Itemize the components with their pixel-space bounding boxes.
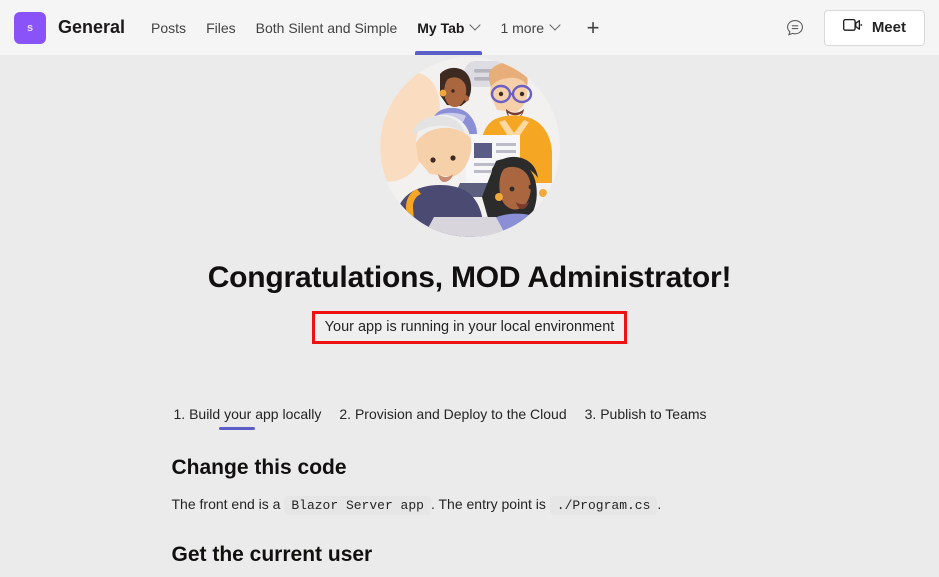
tab-files[interactable]: Files	[196, 0, 246, 55]
content-inner: 1. Build your app locally 2. Provision a…	[170, 406, 770, 567]
tabstrip: Posts Files Both Silent and Simple My Ta…	[141, 0, 608, 55]
chevron-down-icon[interactable]	[551, 21, 560, 30]
steps-nav: 1. Build your app locally 2. Provision a…	[172, 406, 770, 430]
tab-label: Files	[206, 19, 236, 36]
section-heading-change-this-code: Change this code	[171, 456, 347, 479]
people-collaborating-illustration	[379, 57, 560, 237]
text-middle-code: . The entry point is	[430, 496, 546, 512]
tab-label: Posts	[151, 19, 187, 36]
tab-my-tab[interactable]: My Tab	[407, 0, 490, 55]
text-after-code: .	[657, 496, 662, 512]
page-title: General	[58, 17, 126, 37]
step-label: 1. Build your app locally	[173, 406, 322, 422]
section-heading-get-the-current-user: Get the current user	[171, 542, 373, 566]
tab-label: 1 more	[500, 19, 545, 36]
code-chip-blazor-server-app: Blazor Server app	[284, 496, 431, 515]
step-label: 3. Publish to Teams	[584, 406, 707, 422]
text-before-code: The front end is a	[171, 496, 281, 512]
video-camera-icon	[842, 18, 863, 37]
chevron-down-icon[interactable]	[471, 21, 480, 30]
meet-button-label: Meet	[871, 19, 906, 36]
status-badge: Your app is running in your local enviro…	[311, 311, 628, 344]
tab-label: My Tab	[417, 19, 465, 36]
plus-icon: +	[586, 14, 600, 40]
step-label: 2. Provision and Deploy to the Cloud	[339, 406, 567, 422]
meet-button[interactable]: Meet	[823, 9, 925, 46]
header-actions: Meet	[780, 9, 925, 46]
step-publish-to-teams[interactable]: 3. Publish to Teams	[585, 406, 707, 428]
change-code-paragraph: The front end is a Blazor Server app. Th…	[172, 495, 770, 515]
tab-label: Both Silent and Simple	[255, 19, 398, 36]
code-chip-program-cs: ./Program.cs	[549, 496, 658, 515]
avatar-letter: s	[26, 21, 34, 34]
congratulations-title: Congratulations, MOD Administrator!	[207, 261, 732, 294]
main-content: Congratulations, MOD Administrator! Your…	[0, 55, 939, 577]
step-build-locally[interactable]: 1. Build your app locally	[173, 406, 322, 430]
tab-both-silent-and-simple[interactable]: Both Silent and Simple	[246, 0, 408, 55]
app-header: s General Posts Files Both Silent and Si…	[0, 0, 939, 55]
avatar[interactable]: s	[14, 11, 46, 44]
chat-bubble-icon[interactable]	[780, 13, 810, 43]
add-tab-button[interactable]: +	[578, 13, 608, 43]
status-wrap: Your app is running in your local enviro…	[0, 311, 939, 344]
tab-posts[interactable]: Posts	[141, 0, 196, 55]
step-provision-deploy[interactable]: 2. Provision and Deploy to the Cloud	[339, 406, 566, 428]
hero-illustration-wrap	[0, 55, 939, 237]
tab-one-more[interactable]: 1 more	[490, 0, 570, 55]
